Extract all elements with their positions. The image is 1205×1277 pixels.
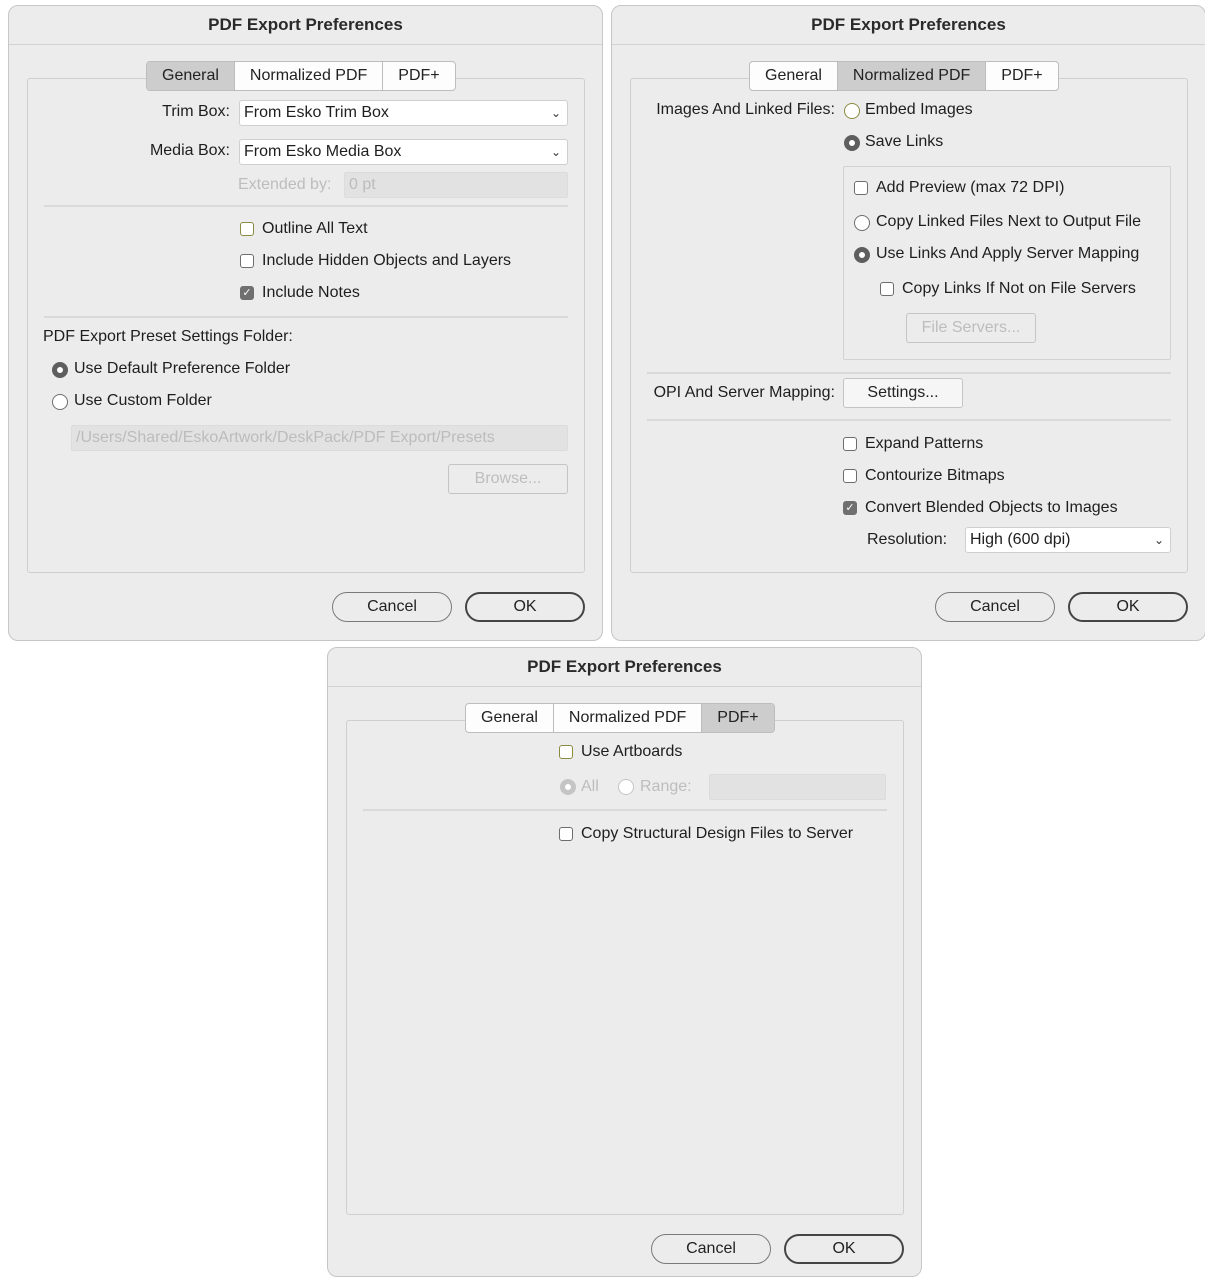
tab-pdf-plus[interactable]: PDF+	[986, 62, 1057, 90]
tab-pdf-plus[interactable]: PDF+	[383, 62, 454, 90]
tab-general[interactable]: General	[466, 704, 554, 732]
trim-box-select[interactable]: From Esko Trim Box ⌄	[239, 100, 568, 126]
tab-general[interactable]: General	[147, 62, 235, 90]
file-servers-button[interactable]: File Servers...	[906, 313, 1036, 343]
use-default-folder-radio[interactable]	[52, 362, 68, 378]
add-preview-checkbox[interactable]	[854, 181, 868, 195]
use-artboards-label: Use Artboards	[581, 743, 683, 760]
extended-by-field[interactable]: 0 pt	[344, 172, 568, 198]
range-radio[interactable]	[618, 779, 634, 795]
divider	[363, 809, 887, 811]
embed-images-radio[interactable]	[844, 103, 860, 119]
dialog-normalized-pdf: PDF Export Preferences General Normalize…	[611, 5, 1205, 641]
images-linked-label: Images And Linked Files:	[656, 101, 835, 118]
expand-patterns-label: Expand Patterns	[865, 435, 984, 452]
embed-images-label: Embed Images	[865, 101, 973, 118]
dialog-title: PDF Export Preferences	[328, 648, 921, 687]
divider	[44, 316, 568, 318]
convert-blended-label: Convert Blended Objects to Images	[865, 499, 1118, 516]
media-box-value: From Esko Media Box	[244, 143, 402, 160]
tab-bar: General Normalized PDF PDF+	[146, 61, 456, 91]
contourize-bitmaps-label: Contourize Bitmaps	[865, 467, 1005, 484]
save-links-radio[interactable]	[844, 135, 860, 151]
ok-button[interactable]: OK	[784, 1234, 904, 1264]
resolution-label: Resolution:	[867, 531, 948, 548]
expand-patterns-checkbox[interactable]	[843, 437, 857, 451]
copy-linked-files-radio[interactable]	[854, 215, 870, 231]
media-box-label: Media Box:	[149, 142, 230, 159]
media-box-select[interactable]: From Esko Media Box ⌄	[239, 139, 568, 165]
contourize-bitmaps-checkbox[interactable]	[843, 469, 857, 483]
use-links-mapping-label: Use Links And Apply Server Mapping	[876, 245, 1140, 262]
ok-button[interactable]: OK	[1068, 592, 1188, 622]
range-label: Range:	[640, 778, 692, 795]
outline-all-text-checkbox[interactable]	[240, 222, 254, 236]
dialog-title: PDF Export Preferences	[9, 6, 602, 45]
copy-structural-label: Copy Structural Design Files to Server	[581, 825, 854, 842]
chevron-down-icon: ⌄	[1153, 533, 1164, 547]
use-links-mapping-radio[interactable]	[854, 247, 870, 263]
include-hidden-label: Include Hidden Objects and Layers	[262, 252, 512, 269]
include-notes-label: Include Notes	[262, 284, 360, 301]
include-notes-checkbox[interactable]: ✓	[240, 286, 254, 300]
extended-by-label: Extended by:	[238, 176, 332, 193]
dialog-title: PDF Export Preferences	[612, 6, 1205, 45]
divider	[647, 419, 1171, 421]
use-default-folder-label: Use Default Preference Folder	[74, 360, 291, 377]
divider	[647, 372, 1171, 374]
cancel-button[interactable]: Cancel	[332, 592, 452, 622]
resolution-select[interactable]: High (600 dpi) ⌄	[965, 527, 1171, 553]
convert-blended-checkbox[interactable]: ✓	[843, 501, 857, 515]
use-artboards-checkbox[interactable]	[559, 745, 573, 759]
cancel-button[interactable]: Cancel	[651, 1234, 771, 1264]
copy-links-not-on-servers-checkbox[interactable]	[880, 282, 894, 296]
settings-button[interactable]: Settings...	[843, 378, 963, 408]
tab-general[interactable]: General	[750, 62, 838, 90]
all-radio[interactable]	[560, 779, 576, 795]
include-hidden-checkbox[interactable]	[240, 254, 254, 268]
preset-folder-label: PDF Export Preset Settings Folder:	[43, 328, 293, 345]
use-custom-folder-radio[interactable]	[52, 394, 68, 410]
ok-button[interactable]: OK	[465, 592, 585, 622]
outline-all-text-label: Outline All Text	[262, 220, 368, 237]
tab-bar: General Normalized PDF PDF+	[465, 703, 775, 733]
cancel-button[interactable]: Cancel	[935, 592, 1055, 622]
copy-structural-checkbox[interactable]	[559, 827, 573, 841]
trim-box-value: From Esko Trim Box	[244, 104, 389, 121]
opi-label: OPI And Server Mapping:	[653, 384, 835, 401]
trim-box-label: Trim Box:	[162, 103, 230, 120]
copy-linked-files-label: Copy Linked Files Next to Output File	[876, 213, 1142, 230]
all-label: All	[581, 778, 599, 795]
range-field[interactable]	[709, 774, 886, 800]
dialog-general: PDF Export Preferences General Normalize…	[8, 5, 603, 641]
save-links-label: Save Links	[865, 133, 944, 150]
tab-bar: General Normalized PDF PDF+	[749, 61, 1059, 91]
use-custom-folder-label: Use Custom Folder	[74, 392, 212, 409]
tab-normalized-pdf[interactable]: Normalized PDF	[235, 62, 384, 90]
tab-pdf-plus[interactable]: PDF+	[702, 704, 774, 732]
chevron-down-icon: ⌄	[550, 145, 561, 159]
dialog-pdf-plus: PDF Export Preferences General Normalize…	[327, 647, 922, 1277]
tab-normalized-pdf[interactable]: Normalized PDF	[554, 704, 703, 732]
resolution-value: High (600 dpi)	[970, 531, 1071, 548]
chevron-down-icon: ⌄	[550, 106, 561, 120]
browse-button[interactable]: Browse...	[448, 464, 568, 494]
tab-normalized-pdf[interactable]: Normalized PDF	[837, 62, 987, 90]
copy-links-not-on-servers-label: Copy Links If Not on File Servers	[902, 280, 1136, 297]
custom-path-field[interactable]: /Users/Shared/EskoArtwork/DeskPack/PDF E…	[71, 425, 568, 451]
add-preview-label: Add Preview (max 72 DPI)	[876, 179, 1065, 196]
divider	[44, 205, 568, 207]
